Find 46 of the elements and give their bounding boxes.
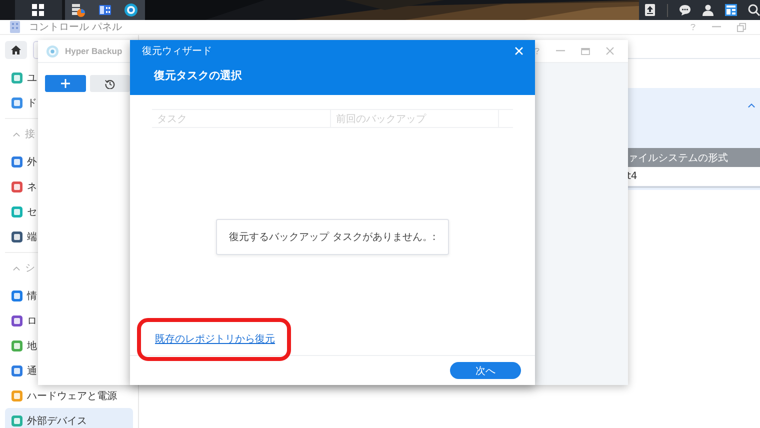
window-title: コントロール パネル (29, 21, 122, 34)
dialog-title: 復元ウィザード (142, 45, 212, 58)
section-label: 接 (25, 128, 35, 141)
home-icon (11, 45, 21, 55)
chevron-up-icon[interactable] (748, 103, 755, 108)
sidebar-item[interactable]: ハードウェアと電源 (5, 383, 133, 408)
home-button[interactable] (5, 41, 27, 59)
backup-app-icon (46, 44, 59, 58)
sidebar-item[interactable]: 外部デバイス (5, 408, 133, 428)
chevron-up-icon[interactable] (13, 132, 20, 136)
upload-icon[interactable] (644, 4, 656, 16)
settings-category-icon (11, 206, 23, 218)
restore-button[interactable] (90, 75, 130, 92)
settings-category-icon (11, 390, 23, 402)
control-panel-icon (9, 21, 21, 33)
widget-icon[interactable] (725, 4, 737, 16)
dialog-heading: 復元タスクの選択 (154, 68, 243, 83)
empty-message: 復元するバックアップ タスクがありません。: (216, 218, 449, 254)
user-icon[interactable] (702, 4, 714, 16)
restore-from-repository-link[interactable]: 既存のレポジトリから復元 (155, 334, 275, 345)
chat-icon[interactable] (679, 4, 691, 16)
chevron-up-icon[interactable] (13, 266, 20, 270)
settings-category-icon (11, 364, 23, 376)
search-icon[interactable] (748, 4, 760, 16)
history-icon (105, 78, 115, 88)
help-icon[interactable] (534, 47, 540, 55)
settings-category-icon (11, 180, 23, 192)
settings-category-icon (11, 230, 23, 242)
storage-app-icon[interactable] (71, 3, 86, 17)
settings-category-icon (11, 96, 23, 108)
main-menu-icon[interactable] (32, 4, 44, 16)
section-label: シ (25, 262, 35, 275)
settings-category-icon (11, 72, 23, 84)
settings-category-icon (11, 290, 23, 302)
table-cell: t4 (627, 171, 638, 182)
settings-category-icon (11, 414, 23, 426)
settings-category-icon (11, 156, 23, 168)
column-header: ァイルシステムの形式 (627, 152, 728, 164)
panel-app-icon[interactable] (98, 3, 112, 17)
settings-category-icon (11, 314, 23, 326)
settings-category-icon (11, 340, 23, 352)
window-title: Hyper Backup (65, 46, 122, 56)
backup-app-icon[interactable] (124, 3, 138, 17)
plus-icon (61, 79, 70, 88)
next-button[interactable]: 次へ (450, 362, 521, 379)
add-button[interactable] (45, 75, 86, 92)
